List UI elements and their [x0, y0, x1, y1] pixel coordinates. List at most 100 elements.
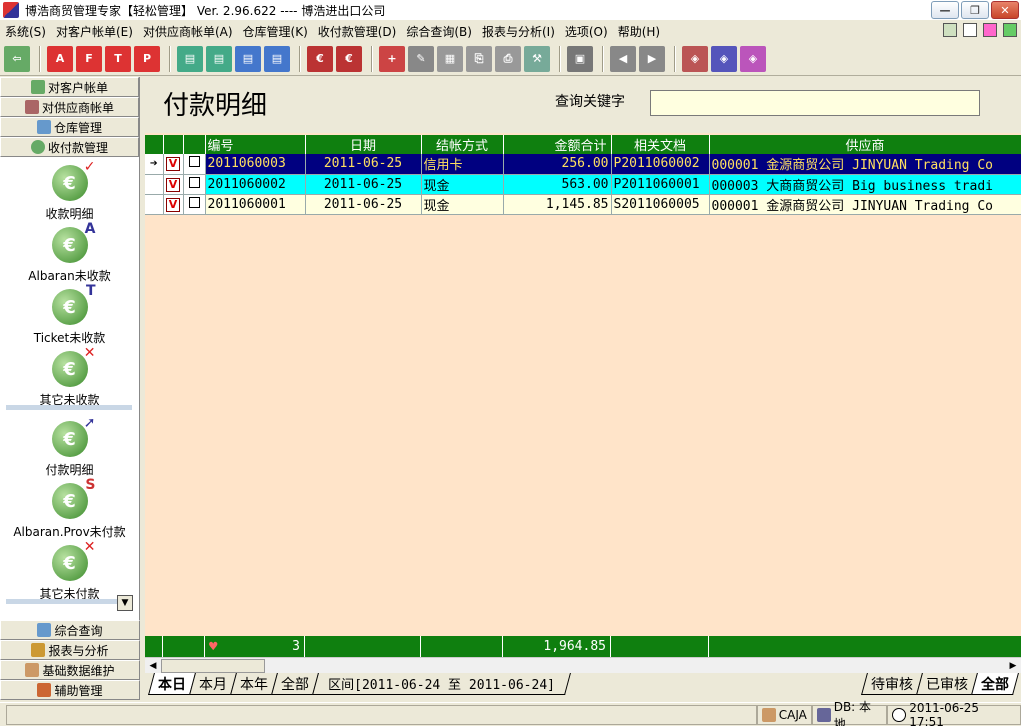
table-row[interactable]: V 2011060001 2011-06-25 现金 1,145.85 S201…: [145, 194, 1021, 215]
col-method[interactable]: 结帐方式: [421, 135, 504, 154]
menu-system[interactable]: 系统(S): [0, 23, 51, 40]
prev-icon[interactable]: ◀: [610, 45, 636, 72]
col-amount[interactable]: 金额合计: [503, 135, 612, 154]
col-id[interactable]: 编号: [205, 135, 306, 154]
help-icon[interactable]: [963, 23, 977, 37]
row-checkbox[interactable]: [188, 196, 200, 208]
menu-warehouse[interactable]: 仓库管理(K): [238, 23, 313, 40]
table-row[interactable]: ➔ V 2011060003 2011-06-25 信用卡 256.00 P20…: [145, 154, 1021, 175]
nav-section-base-data[interactable]: 基础数据维护: [0, 660, 140, 680]
close-button[interactable]: ✕: [991, 1, 1019, 19]
cell-date: 2011-06-25: [305, 154, 422, 175]
money-bag-a-icon: € A: [51, 221, 96, 263]
row-checkbox[interactable]: [188, 156, 200, 168]
gift2-icon[interactable]: ◈: [711, 45, 737, 72]
doc-blue2-icon[interactable]: ▤: [264, 45, 290, 72]
next-icon[interactable]: ▶: [639, 45, 665, 72]
nav-scroll-down-button[interactable]: ▼: [117, 595, 133, 611]
scroll-right-icon[interactable]: ▶: [1005, 658, 1021, 674]
table-footer: ♥ 3 1,964.85: [145, 636, 1021, 657]
lock-icon[interactable]: ▣: [567, 45, 593, 72]
nav-tool-other-payable[interactable]: € ✕ 其它未付款: [0, 539, 139, 602]
tab-all-status[interactable]: 全部: [971, 673, 1019, 695]
user-icon[interactable]: [983, 23, 997, 37]
col-doc[interactable]: 相关文档: [611, 135, 710, 154]
exit-icon[interactable]: ⇦: [4, 45, 30, 72]
money-bag-check-icon: € ✓: [51, 159, 96, 201]
tools-icon[interactable]: ⚒: [524, 45, 550, 72]
search-input[interactable]: [650, 90, 980, 116]
tab-range[interactable]: 区间[2011-06-24 至 2011-06-24]: [312, 673, 571, 695]
menu-supplier-billing[interactable]: 对供应商帐单(A): [138, 23, 238, 40]
nav-tool-ticket-unpaid[interactable]: € T Ticket未收款: [0, 283, 139, 346]
cell-doc: P2011060001: [611, 174, 710, 195]
window-title: 博浩商贸管理专家【轻松管理】 Ver. 2.96.622 ---- 博浩进出口公…: [25, 3, 386, 18]
menu-payments[interactable]: 收付款管理(D): [313, 23, 402, 40]
nav-section-payments[interactable]: 收付款管理: [0, 137, 139, 157]
col-date[interactable]: 日期: [305, 135, 422, 154]
horizontal-scrollbar[interactable]: ◀ ▶: [145, 657, 1021, 673]
menu-customer-billing[interactable]: 对客户帐单(E): [51, 23, 138, 40]
euro-in-icon[interactable]: €: [307, 45, 333, 72]
col-supplier[interactable]: 供应商: [709, 135, 1021, 154]
restore-button[interactable]: ❐: [961, 1, 989, 19]
menu-help[interactable]: 帮助(H): [613, 23, 665, 40]
menu-reports[interactable]: 报表与分析(I): [477, 23, 560, 40]
doc-a-icon[interactable]: A: [47, 45, 73, 72]
nav-tool-payment-detail[interactable]: € ➚ 付款明细: [0, 415, 139, 478]
verified-icon[interactable]: V: [166, 177, 180, 192]
verified-icon[interactable]: V: [166, 197, 180, 212]
nav-section-warehouse[interactable]: 仓库管理: [0, 117, 139, 137]
scroll-left-icon[interactable]: ◀: [145, 658, 161, 674]
money-bag-x-icon: € ✕: [51, 345, 96, 387]
gift3-icon[interactable]: ◈: [740, 45, 766, 72]
tab-pending[interactable]: 待审核: [861, 673, 923, 695]
cell-method: 信用卡: [421, 154, 504, 175]
doc-f-icon[interactable]: F: [76, 45, 102, 72]
copy-record-icon[interactable]: ⎘: [466, 45, 492, 72]
doc-t-icon[interactable]: T: [105, 45, 131, 72]
nav-tool-albaran-prov-unpaid[interactable]: € S Albaran.Prov未付款: [0, 477, 139, 540]
nav-section-query[interactable]: 综合查询: [0, 620, 140, 640]
tab-approved[interactable]: 已审核: [916, 673, 978, 695]
table-row[interactable]: V 2011060002 2011-06-25 现金 563.00 P20110…: [145, 174, 1021, 195]
cell-supplier: 000001 金源商贸公司 JINYUAN Trading Co: [709, 194, 1021, 215]
doc-blue-icon[interactable]: ▤: [235, 45, 261, 72]
add-record-icon[interactable]: +: [379, 45, 405, 72]
verified-icon[interactable]: V: [166, 157, 180, 172]
print-record-icon[interactable]: ⎙: [495, 45, 521, 72]
nav-section-reports[interactable]: 报表与分析: [0, 640, 140, 660]
money-bag-out-icon: € ➚: [51, 415, 96, 457]
doc-green-icon[interactable]: ▤: [177, 45, 203, 72]
nav-tool-receipt-detail[interactable]: € ✓ 收款明细: [0, 159, 139, 222]
euro-out-icon[interactable]: €: [336, 45, 362, 72]
cell-id: 2011060001: [205, 194, 306, 215]
status-db: DB: 本地: [811, 700, 888, 726]
minimize-button[interactable]: —: [931, 1, 959, 19]
menu-options[interactable]: 选项(O): [560, 23, 613, 40]
scroll-thumb[interactable]: [161, 659, 265, 673]
exit-icon[interactable]: [1003, 23, 1017, 37]
toolbar: ⇦ A F T P ▤ ▤ ▤ ▤ € € + ✎ ▦ ⎘ ⎙ ⚒ ▣ ◀ ▶ …: [0, 42, 1021, 76]
money-bag-s-icon: € S: [51, 477, 96, 519]
gift-icon[interactable]: ◈: [682, 45, 708, 72]
doc-p-icon[interactable]: P: [134, 45, 160, 72]
nav-section-supplier[interactable]: 对供应商帐单: [0, 97, 139, 117]
nav-tool-albaran-unpaid[interactable]: € A Albaran未收款: [0, 221, 139, 284]
nav-section-customer[interactable]: 对客户帐单: [0, 77, 139, 97]
col-check: [183, 135, 206, 154]
cell-method: 现金: [421, 194, 504, 215]
edit-record-icon[interactable]: ✎: [408, 45, 434, 72]
calculator-icon[interactable]: [943, 23, 957, 37]
assist-icon: [37, 683, 52, 697]
clock-icon: [892, 707, 907, 722]
cell-amount: 256.00: [503, 154, 612, 175]
cell-supplier: 000001 金源商贸公司 JINYUAN Trading Co: [709, 154, 1021, 175]
view-record-icon[interactable]: ▦: [437, 45, 463, 72]
nav-section-assist[interactable]: 辅助管理: [0, 680, 140, 700]
nav-tool-other-unpaid[interactable]: € ✕ 其它未收款: [0, 345, 139, 408]
row-checkbox[interactable]: [188, 176, 200, 188]
menu-query[interactable]: 综合查询(B): [401, 23, 477, 40]
doc-green2-icon[interactable]: ▤: [206, 45, 232, 72]
search-label: 查询关键字: [555, 94, 625, 110]
